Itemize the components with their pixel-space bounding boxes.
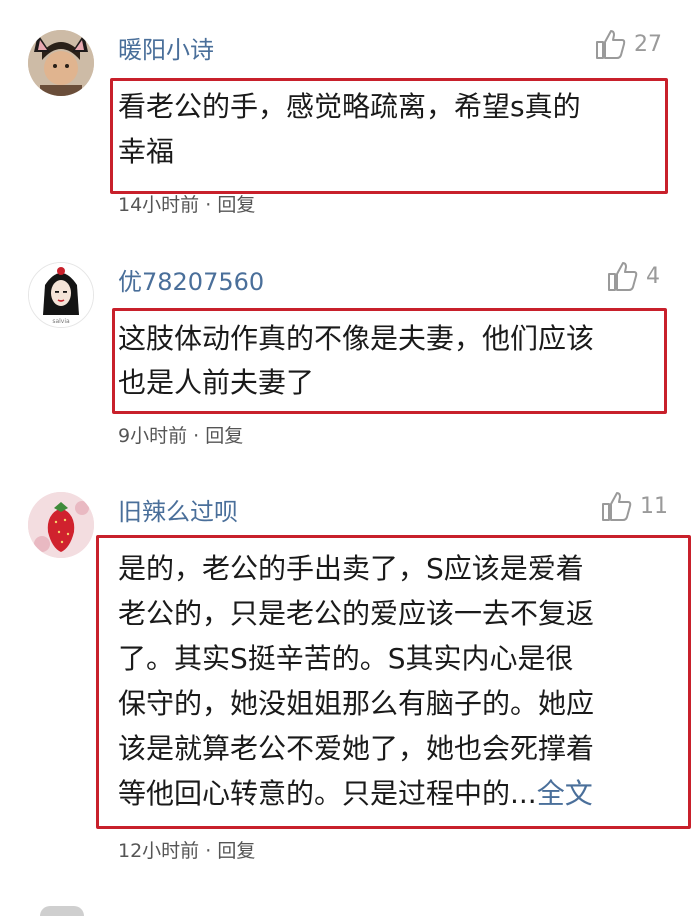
like-button-1[interactable]: 27	[594, 28, 662, 60]
comment-text-3-line-4: 保守的，她没姐姐那么有脑子的。她应	[118, 687, 595, 720]
like-count-1: 27	[634, 31, 662, 57]
like-count-3: 11	[640, 493, 668, 519]
comment-2: salvia 优78207560 4 这肢体动作真的不像是夫妻，他们应该 也是人…	[0, 240, 696, 460]
comment-meta-3: 12小时前 · 回复	[118, 836, 255, 863]
separator-dot: ·	[205, 194, 212, 216]
svg-text:salvia: salvia	[52, 318, 70, 325]
comment-text-1-line-2: 幸福	[118, 135, 175, 168]
comment-meta-2: 9小时前 · 回复	[118, 421, 243, 448]
comment-text-1-line-1: 看老公的手，感觉略疏离，希望s真的	[118, 90, 581, 123]
comment-meta-1: 14小时前 · 回复	[118, 190, 255, 217]
avatar-user-2[interactable]: salvia	[28, 262, 94, 328]
username-3[interactable]: 旧辣么过呗	[118, 492, 238, 527]
timestamp-1: 14小时前	[118, 194, 200, 216]
thumbs-up-icon	[596, 30, 626, 59]
reply-button-1[interactable]: 回复	[217, 194, 255, 216]
comment-1: 暖阳小诗 27 看老公的手，感觉略疏离，希望s真的 幸福 14小时前 · 回复	[0, 0, 696, 225]
like-count-2: 4	[646, 263, 660, 289]
reply-button-3[interactable]: 回复	[217, 840, 255, 862]
comment-text-3-line-6-content: 等他回心转意的。只是过程中的...	[118, 777, 537, 810]
comment-text-3-line-3: 了。其实S挺辛苦的。S其实内心是很	[118, 642, 574, 675]
avatar-user-4-partial	[40, 906, 84, 916]
timestamp-2: 9小时前	[118, 425, 188, 447]
avatar-user-3[interactable]	[28, 492, 94, 558]
timestamp-3: 12小时前	[118, 840, 200, 862]
separator-dot: ·	[193, 425, 200, 447]
like-button-2[interactable]: 4	[606, 260, 660, 292]
thumbs-up-icon	[608, 262, 638, 291]
expand-full-text-link[interactable]: 全文	[537, 777, 593, 810]
comment-text-3-line-6: 等他回心转意的。只是过程中的...全文	[118, 771, 593, 816]
comment-text-2-line-1: 这肢体动作真的不像是夫妻，他们应该	[118, 322, 595, 355]
separator-dot: ·	[205, 840, 212, 862]
comment-text-2-line-2: 也是人前夫妻了	[118, 366, 315, 399]
like-button-3[interactable]: 11	[600, 490, 668, 522]
comment-3: 旧辣么过呗 11 是的，老公的手出卖了，S应该是爱着 老公的，只是老公的爱应该一…	[0, 470, 696, 890]
comment-text-3-line-2: 老公的，只是老公的爱应该一去不复返	[118, 597, 595, 630]
comment-text-3-line-5: 该是就算老公不爱她了，她也会死撑着	[118, 732, 595, 765]
comment-text-3-line-1: 是的，老公的手出卖了，S应该是爱着	[118, 552, 584, 585]
avatar-user-1[interactable]	[28, 30, 94, 96]
next-comment-partial	[0, 900, 696, 916]
username-2[interactable]: 优78207560	[118, 262, 264, 297]
username-1[interactable]: 暖阳小诗	[118, 30, 214, 65]
reply-button-2[interactable]: 回复	[205, 425, 243, 447]
thumbs-up-icon	[602, 492, 632, 521]
